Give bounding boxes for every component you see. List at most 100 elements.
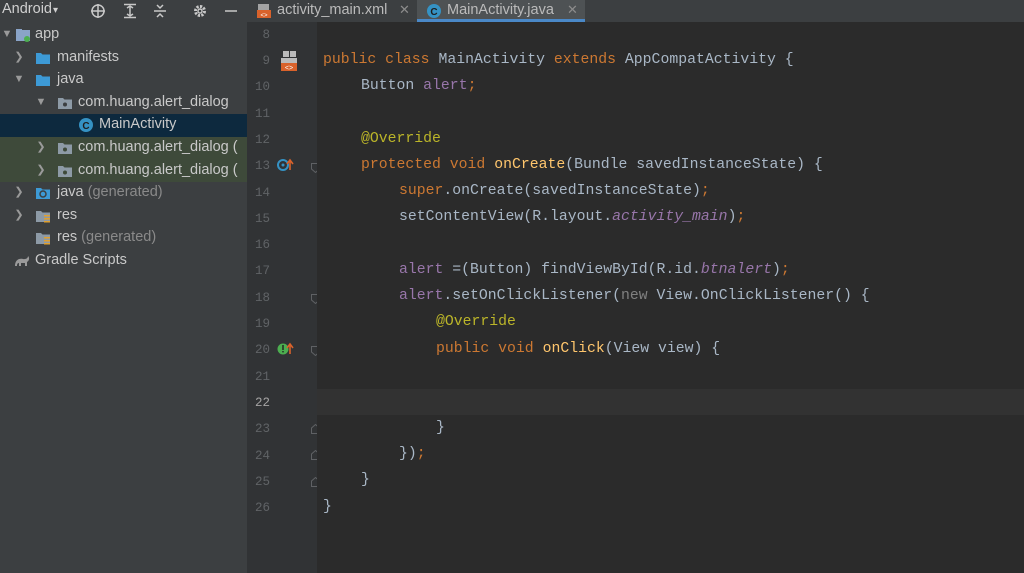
tree-item-package-test[interactable]: ❯ com.huang.alert_dialog ( xyxy=(0,159,247,183)
editor-tab-bar: <> activity_main.xml ✕ C MainActivity.ja… xyxy=(247,0,1024,22)
tree-item-label: com.huang.alert_dialog ( xyxy=(78,139,238,155)
code-line-17: alert =(Button) findViewById(R.id.btnale… xyxy=(399,262,790,278)
collapse-all-icon[interactable] xyxy=(152,0,168,22)
method-name: onCreate xyxy=(494,157,566,173)
field-name: alert xyxy=(399,262,453,278)
keyword: protected void xyxy=(361,157,495,173)
keyword: extends xyxy=(553,52,625,68)
tree-item-package[interactable]: ▼ com.huang.alert_dialog xyxy=(0,92,247,115)
chevron-down-icon: ▾ xyxy=(52,5,59,16)
line-number: 19 xyxy=(254,317,270,331)
tab-label: MainActivity.java xyxy=(447,2,554,18)
line-number: 24 xyxy=(254,449,270,463)
line-number: 21 xyxy=(254,370,270,384)
tree-item-app[interactable]: ▼ app xyxy=(0,24,247,47)
res-folder-icon xyxy=(35,230,51,246)
tree-item-label: java xyxy=(57,71,84,88)
line-number: 13 xyxy=(254,159,270,173)
tree-item-gradle-scripts[interactable]: Gradle Scripts xyxy=(0,250,247,273)
field-name: alert xyxy=(399,288,444,304)
tree-item-res[interactable]: ❯ res xyxy=(0,205,247,228)
project-view-selector[interactable]: Android▾ xyxy=(2,0,58,20)
tree-item-label: Gradle Scripts xyxy=(35,252,127,268)
line-number: 23 xyxy=(254,422,270,436)
class-icon: C xyxy=(426,3,442,19)
line-number: 12 xyxy=(254,133,270,147)
code-line-25: } xyxy=(361,472,370,488)
chevron-down-icon[interactable]: ▼ xyxy=(1,28,13,40)
code-line-26: } xyxy=(323,499,332,515)
chevron-right-icon[interactable]: ❯ xyxy=(13,51,25,63)
package-icon xyxy=(57,140,73,156)
brace: } xyxy=(361,472,370,488)
line-number: 14 xyxy=(254,186,270,200)
keyword: public class xyxy=(323,52,439,68)
code-line-18: alert.setOnClickListener(new View.OnClic… xyxy=(399,288,870,304)
chevron-right-icon[interactable]: ❯ xyxy=(13,186,25,198)
code-line-10: Button alert; xyxy=(361,78,476,94)
tree-item-label: manifests xyxy=(57,48,120,65)
brace: } xyxy=(436,420,445,436)
keyword-new: new xyxy=(621,288,657,304)
tab-activity-main-xml[interactable]: <> activity_main.xml ✕ xyxy=(247,0,413,22)
brace: }) xyxy=(399,446,417,462)
code-line-13: protected void onCreate(Bundle savedInst… xyxy=(361,157,823,173)
superclass-name: AppCompatActivity { xyxy=(624,52,794,68)
line-number: 25 xyxy=(254,475,270,489)
line-number: 8 xyxy=(262,28,270,42)
chevron-right-icon[interactable]: ❯ xyxy=(13,209,25,221)
expand-all-icon[interactable] xyxy=(122,0,138,22)
code-line-15: setContentView(R.layout.activity_main); xyxy=(399,209,745,225)
chevron-down-icon[interactable]: ▼ xyxy=(35,96,47,108)
code-editor[interactable]: public class MainActivity extends AppCom… xyxy=(317,22,1024,573)
svg-text:C: C xyxy=(430,7,437,18)
anonymous-class: View.OnClickListener() { xyxy=(656,288,870,304)
tree-item-label: MainActivity xyxy=(99,116,177,133)
close-icon[interactable]: ✕ xyxy=(567,2,578,18)
chevron-down-icon[interactable]: ▼ xyxy=(13,73,25,85)
code-line-12: @Override xyxy=(361,131,441,147)
line-number: 26 xyxy=(254,501,270,515)
editor-gutter: 8 9 10 11 12 13 14 15 16 17 18 19 20 21 … xyxy=(247,22,320,573)
gear-icon[interactable] xyxy=(192,0,208,22)
close-icon[interactable]: ✕ xyxy=(399,2,410,18)
android-activity-icon[interactable]: <> xyxy=(279,50,299,76)
class-name: MainActivity xyxy=(438,52,554,68)
line-number-current: 22 xyxy=(254,396,270,410)
minimize-icon[interactable] xyxy=(224,0,238,22)
generated-folder-icon xyxy=(35,185,51,201)
locate-icon[interactable] xyxy=(90,0,106,22)
svg-text:<>: <> xyxy=(285,65,293,72)
project-view-label: Android xyxy=(2,1,52,17)
tree-item-package-test[interactable]: ❯ com.huang.alert_dialog ( xyxy=(0,137,247,160)
tree-item-java[interactable]: ▼ java xyxy=(0,69,247,92)
chevron-right-icon[interactable]: ❯ xyxy=(35,164,47,176)
module-icon xyxy=(15,27,31,43)
semicolon: ; xyxy=(700,183,710,199)
method-call: setContentView(R.layout. xyxy=(399,209,613,225)
keyword: public void xyxy=(436,341,543,357)
overrides-method-icon[interactable] xyxy=(277,157,295,176)
annotation: @Override xyxy=(436,314,516,330)
package-icon xyxy=(57,95,73,111)
project-toolbar: Android▾ xyxy=(0,0,247,22)
semicolon: ; xyxy=(736,209,746,225)
line-number: 18 xyxy=(254,291,270,305)
tree-item-res-generated[interactable]: res (generated) xyxy=(0,227,247,250)
line-number: 15 xyxy=(254,212,270,226)
tree-item-manifests[interactable]: ❯ manifests xyxy=(0,47,247,70)
code-line-24: }); xyxy=(399,446,426,462)
chevron-right-icon[interactable]: ❯ xyxy=(35,141,47,153)
svg-text:C: C xyxy=(82,121,89,132)
implements-method-icon[interactable] xyxy=(277,341,295,360)
method-name: onClick xyxy=(542,341,605,357)
code-line-20: public void onClick(View view) { xyxy=(436,341,720,357)
res-folder-icon xyxy=(35,208,51,224)
line-number: 16 xyxy=(254,238,270,252)
tab-mainactivity-java[interactable]: C MainActivity.java ✕ xyxy=(417,0,585,22)
tree-item-label: app xyxy=(35,26,60,42)
xml-file-icon: <> xyxy=(256,3,272,19)
tree-item-java-generated[interactable]: ❯ java (generated) xyxy=(0,182,247,205)
tree-item-mainactivity[interactable]: C MainActivity xyxy=(0,114,247,137)
method-call: .onCreate(savedInstanceState) xyxy=(443,183,701,199)
